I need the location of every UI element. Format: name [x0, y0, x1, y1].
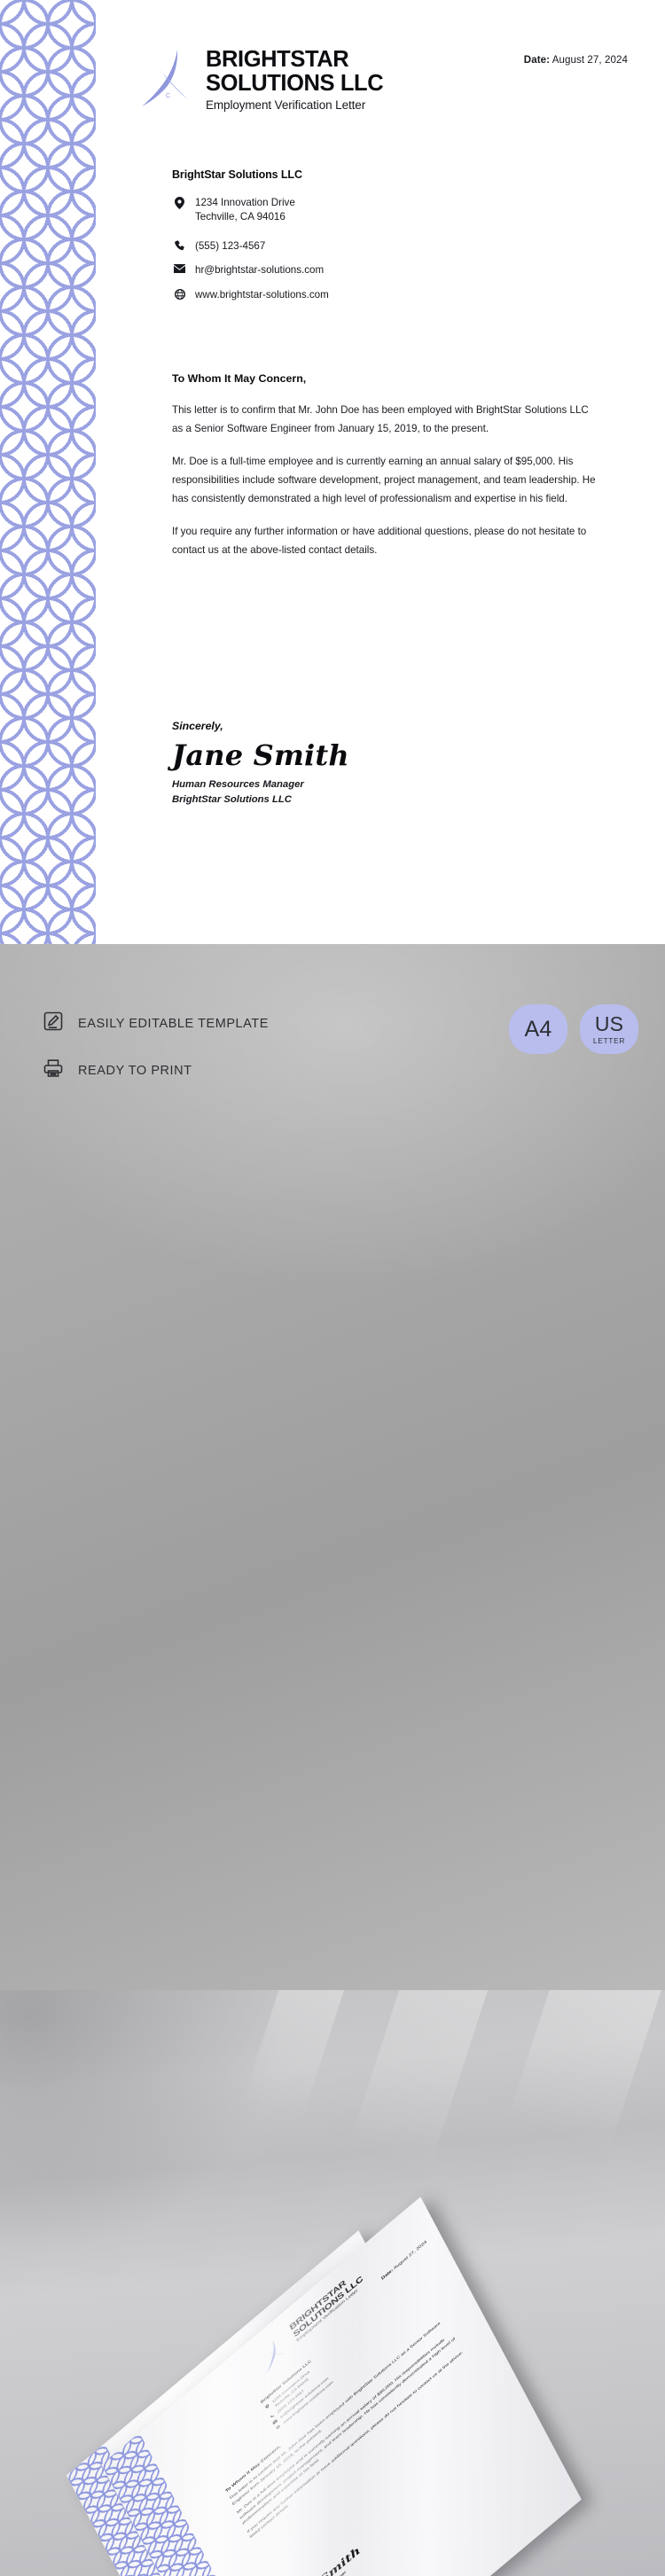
- letter-body: To Whom It May Concern, This letter is t…: [172, 372, 598, 574]
- date-label: Date:: [523, 55, 551, 66]
- brightstar-logo-icon: C: [142, 50, 188, 106]
- letter-closing: Sincerely,: [172, 720, 223, 732]
- letter-signature-block: Sincerely, Jane Smith Human Resources Ma…: [172, 720, 349, 805]
- signature-name: Jane Smith: [172, 738, 349, 772]
- globe-icon: [172, 288, 187, 300]
- letter-date: Date: August 27, 2024: [524, 55, 628, 66]
- letter-paragraph-3: If you require any further information o…: [172, 526, 587, 556]
- brand-name-line2: SOLUTIONS LLC: [206, 71, 384, 97]
- edit-document-icon: [43, 1011, 66, 1036]
- contact-email: hr@brightstar-solutions.com: [195, 264, 325, 277]
- contact-address: 1234 Innovation Drive Techville, CA 9401…: [195, 197, 295, 223]
- light-streak-3: [507, 1990, 663, 2153]
- template-showcase-page: Date: August 27, 2024 C BRIGHTSTAR SOLUT…: [0, 0, 665, 2576]
- format-badge-us-letter: US LETTER: [580, 1004, 638, 1054]
- format-badges: A4 US LETTER: [509, 1004, 638, 1054]
- feature-ready-to-print-label: READY TO PRINT: [78, 1063, 192, 1078]
- format-badge-us-label: US: [594, 1011, 624, 1035]
- contact-row-website: www.brightstar-solutions.com: [172, 288, 329, 302]
- contact-row-address: 1234 Innovation Drive Techville, CA 9401…: [172, 196, 329, 225]
- decorative-circle-pattern-border: [0, 0, 96, 944]
- letter-salutation: To Whom It May Concern,: [172, 372, 307, 385]
- format-badge-a4-label: A4: [524, 1016, 552, 1042]
- feature-editable-template-label: EASILY EDITABLE TEMPLATE: [78, 1016, 269, 1031]
- contact-row-email: hr@brightstar-solutions.com: [172, 263, 329, 277]
- letter-content-area: Date: August 27, 2024 C BRIGHTSTAR SOLUT…: [96, 0, 665, 944]
- envelope-icon: [172, 263, 187, 274]
- svg-text:C: C: [166, 93, 170, 99]
- contact-company-name: BrightStar Solutions LLC: [172, 168, 302, 181]
- light-streak-2: [348, 1990, 499, 2175]
- contact-information: BrightStar Solutions LLC 1234 Innovation…: [172, 168, 329, 312]
- feature-editable-template: EASILY EDITABLE TEMPLATE: [43, 1011, 269, 1036]
- contact-website: www.brightstar-solutions.com: [195, 288, 329, 301]
- map-pin-icon: [172, 196, 187, 209]
- feature-list: EASILY EDITABLE TEMPLATE READY TO PRINT: [43, 1011, 269, 1105]
- format-badge-letter-label: LETTER: [592, 1035, 626, 1045]
- letter-document: Date: August 27, 2024 C BRIGHTSTAR SOLUT…: [0, 0, 665, 944]
- signer-role: Human Resources Manager: [172, 778, 304, 790]
- format-badge-a4: A4: [509, 1004, 567, 1054]
- brand-subtitle: Employment Verification Letter: [206, 98, 366, 113]
- phone-icon: [172, 239, 187, 251]
- brand-name-line1: BRIGHTSTAR: [206, 47, 349, 72]
- letterhead-brand: C BRIGHTSTAR SOLUTIONS LLC Employment Ve…: [138, 44, 384, 113]
- brand-text-block: BRIGHTSTAR SOLUTIONS LLC Employment Veri…: [206, 44, 384, 113]
- letter-paragraph-2: Mr. Doe is a full-time employee and is c…: [172, 456, 596, 504]
- template-showcase-panel: EASILY EDITABLE TEMPLATE READY TO PRINT …: [0, 944, 665, 1990]
- contact-phone: (555) 123-4567: [195, 239, 266, 252]
- feature-ready-to-print: READY TO PRINT: [43, 1058, 269, 1083]
- printed-sheets-mockup: BRIGHTSTAR SOLUTIONS LLC Employment Veri…: [0, 1990, 665, 2576]
- printer-icon: [43, 1058, 66, 1083]
- floor-shadow: [0, 1990, 284, 2256]
- contact-row-phone: (555) 123-4567: [172, 239, 329, 254]
- letter-paragraph-1: This letter is to confirm that Mr. John …: [172, 404, 589, 434]
- signer-company: BrightStar Solutions LLC: [172, 793, 292, 805]
- date-value: August 27, 2024: [552, 55, 628, 66]
